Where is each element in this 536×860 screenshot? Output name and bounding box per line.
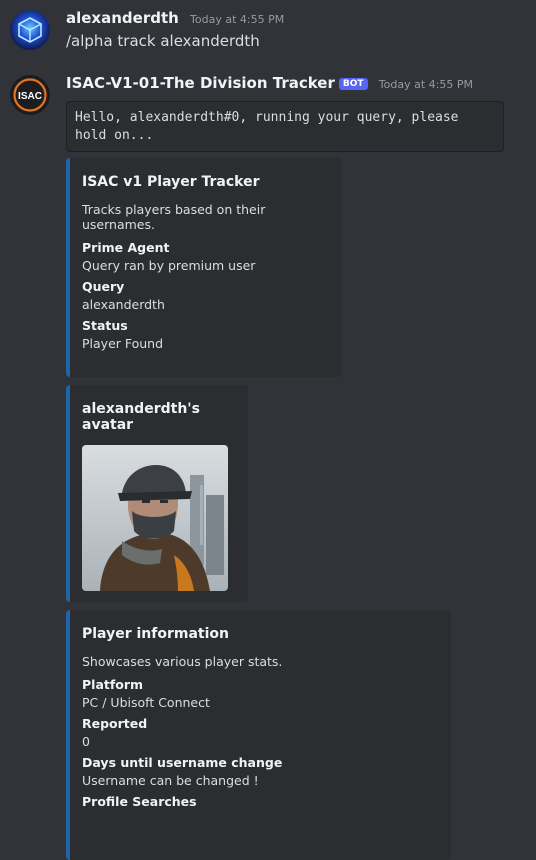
field-name: Platform: [82, 677, 144, 692]
embed-description: Showcases various player stats.: [82, 654, 283, 669]
player-portrait-icon: [82, 445, 228, 591]
field-name: Query: [82, 279, 125, 294]
user-message-text: /alpha track alexanderdth: [66, 32, 260, 50]
field-name: Status: [82, 318, 128, 333]
code-block: Hello, alexanderdth#0, running your quer…: [66, 101, 504, 152]
cube-avatar-icon: [10, 10, 50, 50]
user-timestamp: Today at 4:55 PM: [190, 13, 285, 26]
user-message-header: alexanderdth Today at 4:55 PM: [66, 9, 284, 27]
bot-timestamp: Today at 4:55 PM: [378, 78, 473, 91]
embed-title: alexanderdth's avatar: [82, 401, 200, 433]
field-value: Query ran by premium user: [82, 258, 256, 273]
player-avatar-image[interactable]: [82, 445, 228, 591]
embed-title: ISAC v1 Player Tracker: [82, 174, 260, 190]
field-name: Reported: [82, 716, 148, 731]
user-username[interactable]: alexanderdth: [66, 9, 179, 27]
field-value: PC / Ubisoft Connect: [82, 695, 210, 710]
field-value: Player Found: [82, 336, 164, 351]
bot-message-header: ISAC-V1-01-The Division Tracker BOT Today…: [66, 74, 473, 92]
embed-player-tracker: ISAC v1 Player Tracker Tracks players ba…: [66, 158, 342, 377]
field-value: alexanderdth: [82, 297, 165, 312]
bot-badge: BOT: [338, 78, 368, 90]
embed-player-information: Player information Showcases various pla…: [66, 610, 451, 860]
user-avatar[interactable]: [10, 10, 50, 50]
isac-logo-icon: ISAC: [11, 76, 49, 114]
field-name: Prime Agent: [82, 240, 170, 255]
isac-logo-text: ISAC: [18, 91, 42, 102]
field-name: Profile Searches: [82, 794, 197, 809]
bot-username[interactable]: ISAC-V1-01-The Division Tracker: [66, 74, 335, 92]
embed-avatar: alexanderdth's avatar: [66, 385, 248, 602]
field-value: 0: [82, 734, 90, 749]
field-name: Days until username change: [82, 755, 283, 770]
embed-description: Tracks players based on their usernames.: [82, 202, 266, 232]
bot-avatar[interactable]: ISAC: [10, 75, 50, 115]
embed-title: Player information: [82, 626, 229, 642]
field-value: Username can be changed !: [82, 773, 259, 788]
